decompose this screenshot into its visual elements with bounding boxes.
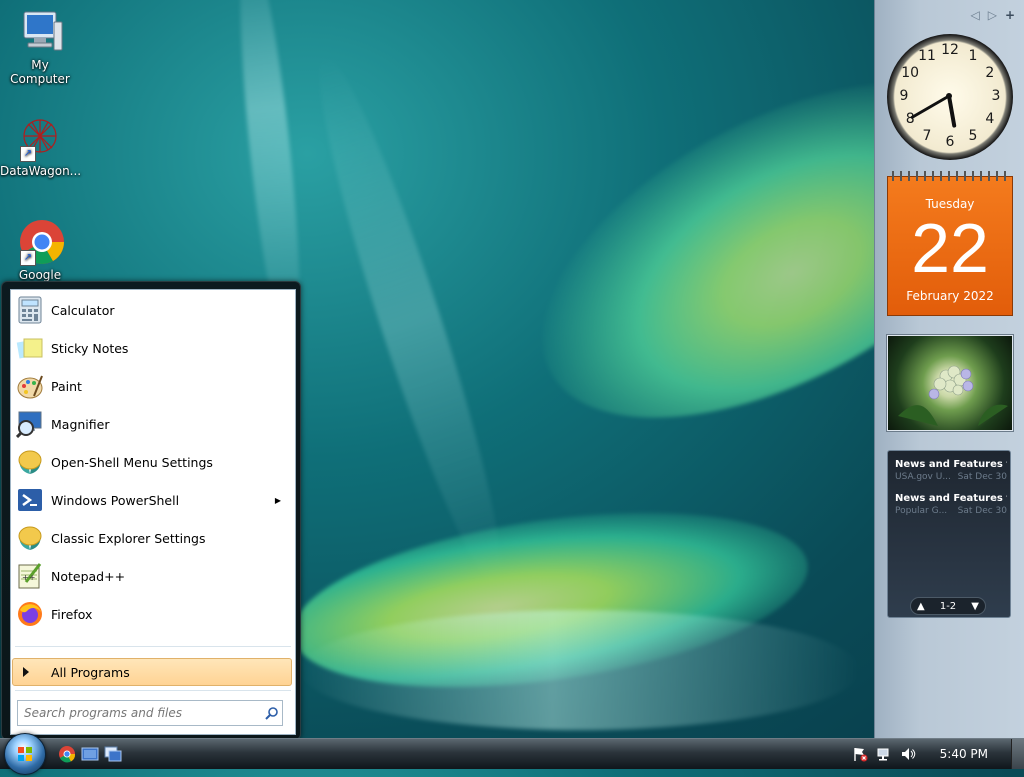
hydrangea-photo <box>898 365 1008 426</box>
clock-number: 5 <box>968 127 978 144</box>
start-button[interactable] <box>4 733 46 775</box>
clock-number: 9 <box>899 88 909 104</box>
feed-item[interactable]: News and Features f... Popular G... Sat … <box>895 493 1007 516</box>
feed-meta: Popular G... Sat Dec 30 <box>895 506 1007 516</box>
calculator-icon <box>15 295 45 325</box>
classic-explorer-icon <box>15 523 45 553</box>
chrome-icon: ↗ <box>16 218 64 266</box>
svg-text:++: ++ <box>22 573 35 582</box>
shortcut-arrow-icon: ↗ <box>20 250 36 266</box>
triangle-right-icon <box>23 667 29 677</box>
program-sticky-notes[interactable]: Sticky Notes <box>15 330 291 366</box>
feed-page-indicator: 1-2 <box>939 600 957 612</box>
slideshow-gadget[interactable] <box>886 334 1014 432</box>
program-notepadpp[interactable]: ++ Notepad++ <box>15 558 291 594</box>
computer-icon <box>16 8 64 56</box>
switch-windows-icon[interactable] <box>104 745 122 763</box>
feed-down-icon[interactable]: ▼ <box>971 601 979 612</box>
start-menu: Calculator Sticky Notes Paint Magnifier <box>1 281 301 740</box>
wallpaper-streak <box>300 610 860 730</box>
taskbar-clock[interactable]: 5:40 PM <box>940 747 988 761</box>
sticky-notes-icon <box>15 333 45 363</box>
windows-logo-icon <box>18 747 32 761</box>
clock-number: 12 <box>941 42 959 58</box>
calendar-rings <box>892 171 1008 181</box>
search-icon[interactable] <box>262 703 282 723</box>
desktop-icon-google[interactable]: ↗ Google <box>0 218 80 282</box>
clock-number: 11 <box>918 48 936 65</box>
paint-icon <box>15 371 45 401</box>
magnifier-icon <box>15 409 45 439</box>
wallpaper-streak <box>294 44 526 596</box>
feed-up-icon[interactable]: ▲ <box>917 601 925 612</box>
calendar-day-number: 22 <box>911 209 989 287</box>
open-shell-icon <box>15 447 45 477</box>
windows-sidebar: ◁ ▷ + 12 1 2 3 4 5 6 7 8 9 10 11 Tuesday 22 Februar… <box>874 0 1024 738</box>
powershell-icon <box>15 485 45 515</box>
feed-item[interactable]: News and Features f... USA.gov U... Sat … <box>895 459 1007 482</box>
menu-separator <box>15 646 291 647</box>
feed-headlines-gadget[interactable]: News and Features f... USA.gov U... Sat … <box>887 450 1011 618</box>
clock-center <box>946 93 952 99</box>
clock-minute-hand <box>910 94 950 120</box>
submenu-arrow-icon: ▶ <box>274 495 281 505</box>
firefox-icon <box>15 599 45 629</box>
sidebar-add-gadget-icon[interactable]: + <box>1005 8 1015 22</box>
network-icon[interactable] <box>876 746 892 762</box>
wallpaper-streak <box>489 13 874 487</box>
show-desktop-icon[interactable] <box>81 745 99 763</box>
search-box[interactable]: Search programs and files <box>17 700 283 726</box>
program-windows-powershell[interactable]: Windows PowerShell ▶ <box>15 482 291 518</box>
program-calculator[interactable]: Calculator <box>15 292 291 328</box>
clock-number: 7 <box>922 127 932 144</box>
calendar-gadget[interactable]: Tuesday 22 February 2022 <box>887 171 1013 316</box>
desktop-icon-my-computer[interactable]: My Computer <box>0 8 80 86</box>
clock-gadget[interactable]: 12 1 2 3 4 5 6 7 8 9 10 11 <box>887 34 1013 160</box>
taskbar: 5:40 PM <box>0 733 1024 775</box>
notepadpp-icon: ++ <box>15 561 45 591</box>
clock-number: 3 <box>991 88 1001 104</box>
menu-separator <box>15 690 291 691</box>
clock-number: 6 <box>945 134 955 150</box>
volume-icon[interactable] <box>900 746 916 762</box>
shortcut-arrow-icon: ↗ <box>20 146 36 162</box>
program-paint[interactable]: Paint <box>15 368 291 404</box>
clock-number: 1 <box>968 48 978 65</box>
show-desktop-button[interactable] <box>1011 739 1024 769</box>
desktop-icon-label: My Computer <box>10 58 70 86</box>
desktop-icon-label: DataWagon... <box>0 164 82 178</box>
clock-number: 4 <box>985 111 995 127</box>
desktop-icon-datawagon[interactable]: ↗ DataWagon... <box>0 114 82 178</box>
sidebar-controls: ◁ ▷ + <box>970 8 1015 22</box>
clock-hour-hand <box>947 95 957 128</box>
chrome-icon[interactable] <box>58 745 76 763</box>
clock-number: 2 <box>985 65 995 81</box>
search-placeholder[interactable]: Search programs and files <box>24 706 262 720</box>
program-classic-explorer-settings[interactable]: Classic Explorer Settings <box>15 520 291 556</box>
action-center-flag-icon[interactable] <box>852 746 868 762</box>
program-open-shell-settings[interactable]: Open-Shell Menu Settings <box>15 444 291 480</box>
feed-meta: USA.gov U... Sat Dec 30 <box>895 472 1007 482</box>
sidebar-prev-icon[interactable]: ◁ <box>970 8 979 22</box>
datawagon-icon: ↗ <box>16 114 64 162</box>
sidebar-next-icon[interactable]: ▷ <box>988 8 997 22</box>
feed-pager: ▲ 1-2 ▼ <box>910 597 986 615</box>
all-programs-button[interactable]: All Programs <box>12 658 292 686</box>
start-menu-programs-pane: Calculator Sticky Notes Paint Magnifier <box>10 289 296 735</box>
program-magnifier[interactable]: Magnifier <box>15 406 291 442</box>
system-tray: 5:40 PM <box>844 739 1010 769</box>
program-firefox[interactable]: Firefox <box>15 596 291 632</box>
clock-number: 10 <box>901 65 920 81</box>
desktop-icon-label: Google <box>18 268 62 282</box>
calendar-month-year: February 2022 <box>906 289 994 303</box>
